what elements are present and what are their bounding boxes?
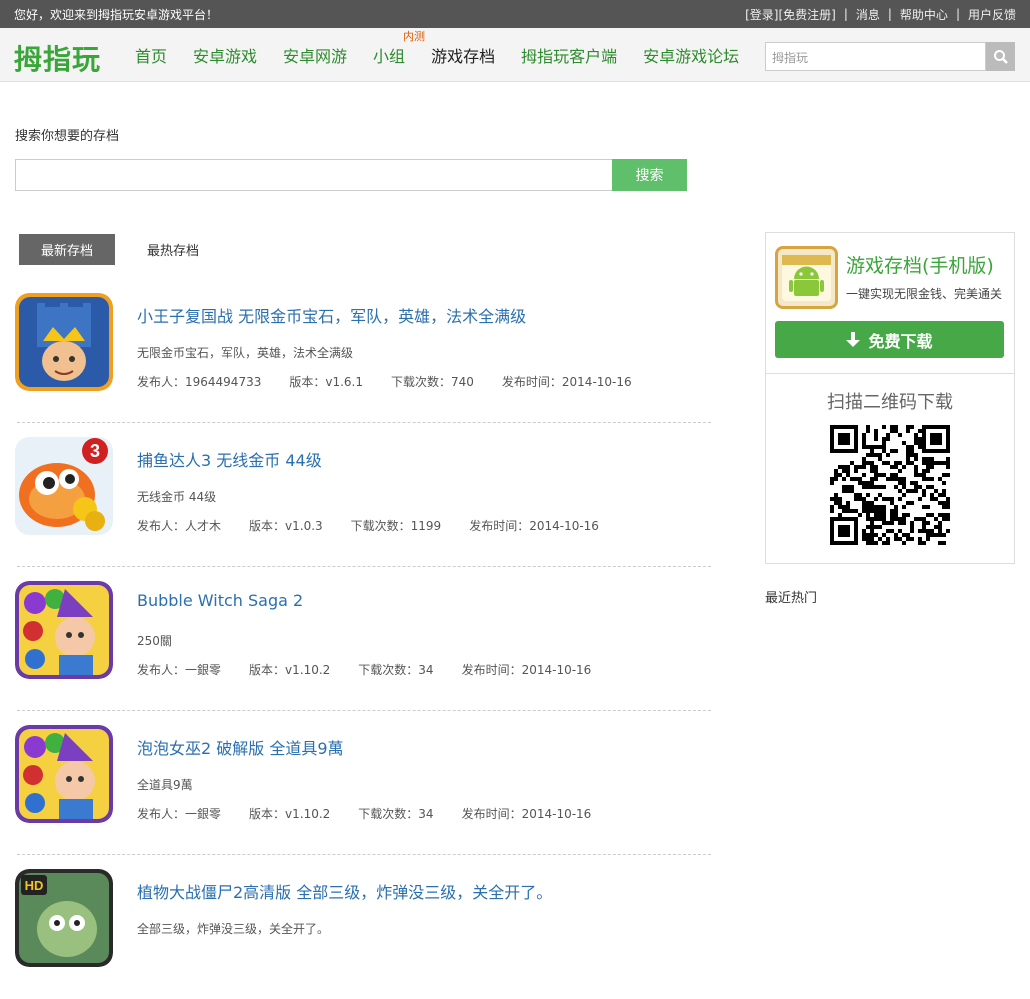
save-search: 搜索 [15,159,687,191]
tab-latest[interactable]: 最新存档 [19,234,115,265]
separator: | [843,7,848,21]
nav-forum[interactable]: 安卓游戏论坛 [643,43,739,67]
item-publisher: 发布人：一銀零 [137,807,222,821]
qr-label: 扫描二维码下载 [827,392,953,413]
item-desc: 全部三级，炸弹没三级，关全开了。 [137,922,330,936]
app-title: 游戏存档(手机版) [846,255,994,277]
item-version: 版本：v1.10.2 [249,663,331,677]
item-title[interactable]: 泡泡女巫2 破解版 全道具9萬 [137,735,344,759]
item-meta: 发布人：一銀零 版本：v1.10.2 下载次数：34 发布时间：2014-10-… [137,661,619,678]
app-subtitle: 一键实现无限金钱、完美通关 [846,287,1003,301]
item-date: 发布时间：2014-10-16 [501,375,632,389]
item-desc: 250關 [137,634,172,648]
bubble-witch-icon[interactable] [15,725,113,823]
top-links: [登录] [免费注册] | 消息 | 帮助中心 | 用户反馈 [745,6,1016,23]
separator: | [887,7,892,21]
messages-link[interactable]: 消息 [856,6,880,23]
item-title[interactable]: 捕鱼达人3 无线金币 44级 [137,447,322,471]
qr-code [830,425,950,545]
list-item: HD 植物大战僵尸2高清版 全部三级，炸弹没三级，关全开了。 全部三级，炸弹没三… [15,855,711,999]
nav-online-games[interactable]: 安卓网游 [283,43,347,67]
item-downloads: 下载次数：740 [391,375,474,389]
item-downloads: 下载次数：34 [358,663,434,677]
welcome-text: 您好，欢迎来到拇指玩安卓游戏平台！ [14,7,219,22]
list-item: 泡泡女巫2 破解版 全道具9萬 全道具9萬 发布人：一銀零 版本：v1.10.2… [15,711,711,855]
item-meta: 发布人：1964494733 版本：v1.6.1 下载次数：740 发布时间：2… [137,373,660,390]
pvz2-icon[interactable]: HD [15,869,113,967]
divider [766,373,1014,374]
search-icon [993,49,1008,64]
nav-groups[interactable]: 小组 内测 [373,30,425,67]
nav-groups-label: 小组 [373,47,406,66]
top-bar: 您好，欢迎来到拇指玩安卓游戏平台！ [登录] [免费注册] | 消息 | 帮助中… [0,0,1030,28]
item-meta: 发布人：人才木 版本：v1.0.3 下载次数：1199 发布时间：2014-10… [137,517,627,534]
header: 拇指玩 首页 安卓游戏 安卓网游 小组 内测 游戏存档 拇指玩客户端 安卓游戏论… [0,28,1030,82]
royal-revolt-icon[interactable] [15,293,113,391]
save-list: 小王子复国战 无限金币宝石，军队，英雄，法术全满级 无限金币宝石，军队，英雄，法… [15,279,711,999]
search-label: 搜索你想要的存档 [15,129,120,144]
main-nav: 首页 安卓游戏 安卓网游 小组 内测 游戏存档 拇指玩客户端 安卓游戏论坛 [135,28,765,82]
item-title[interactable]: 植物大战僵尸2高清版 全部三级，炸弹没三级，关全开了。 [137,879,552,903]
android-app-icon[interactable] [775,246,838,309]
list-item: 小王子复国战 无限金币宝石，军队，英雄，法术全满级 无限金币宝石，军队，英雄，法… [15,279,711,423]
item-title[interactable]: Bubble Witch Saga 2 [137,591,303,610]
item-desc: 无限金币宝石，军队，英雄，法术全满级 [137,346,354,360]
beta-badge: 内测 [403,30,426,43]
item-downloads: 下载次数：1199 [350,519,442,533]
item-desc: 无线金币 44级 [137,490,217,504]
nav-android-games[interactable]: 安卓游戏 [193,43,257,67]
save-search-button[interactable]: 搜索 [612,159,687,191]
save-search-input[interactable] [15,159,612,191]
svg-text:3: 3 [90,441,100,461]
separator: | [955,7,960,21]
nav-home[interactable]: 首页 [135,43,167,67]
item-meta: 发布人：一銀零 版本：v1.10.2 下载次数：34 发布时间：2014-10-… [137,805,619,822]
item-desc: 全道具9萬 [137,778,193,792]
item-publisher: 发布人：人才木 [137,519,222,533]
register-link[interactable]: [免费注册] [778,6,835,23]
recent-hot-title: 最近热门 [765,591,818,606]
item-date: 发布时间：2014-10-16 [461,807,592,821]
site-logo[interactable]: 拇指玩 [14,38,101,78]
tabs: 最新存档 最热存档 [19,234,219,265]
item-version: 版本：v1.10.2 [249,807,331,821]
nav-client[interactable]: 拇指玩客户端 [521,43,617,67]
bubble-witch-icon[interactable] [15,581,113,679]
item-publisher: 发布人：一銀零 [137,663,222,677]
item-publisher: 发布人：1964494733 [137,375,262,389]
nav-game-saves[interactable]: 游戏存档 [431,43,495,67]
app-promo: 游戏存档(手机版) 一键实现无限金钱、完美通关 免费下载 扫描二维码下载 [765,232,1015,564]
header-search: 拇指玩 [765,42,1015,71]
header-search-input[interactable]: 拇指玩 [765,42,986,71]
item-date: 发布时间：2014-10-16 [469,519,599,533]
fishing-joy-icon[interactable]: 3 [15,437,113,535]
svg-text:HD: HD [25,878,44,893]
feedback-link[interactable]: 用户反馈 [968,6,1016,23]
help-link[interactable]: 帮助中心 [900,6,948,23]
item-date: 发布时间：2014-10-16 [461,663,592,677]
header-search-button[interactable] [986,42,1015,71]
free-download-button[interactable]: 免费下载 [775,321,1004,358]
download-label: 免费下载 [868,331,933,351]
list-item: 3 捕鱼达人3 无线金币 44级 无线金币 44级 发布人：人才木 版本：v1.… [15,423,711,567]
download-arrow-icon [846,331,861,347]
login-link[interactable]: [登录] [745,6,778,23]
list-item: Bubble Witch Saga 2 250關 发布人：一銀零 版本：v1.1… [15,567,711,711]
item-downloads: 下载次数：34 [358,807,434,821]
tab-hottest[interactable]: 最热存档 [127,234,219,265]
item-version: 版本：v1.0.3 [249,519,323,533]
item-version: 版本：v1.6.1 [289,375,363,389]
item-title[interactable]: 小王子复国战 无限金币宝石，军队，英雄，法术全满级 [137,303,526,327]
